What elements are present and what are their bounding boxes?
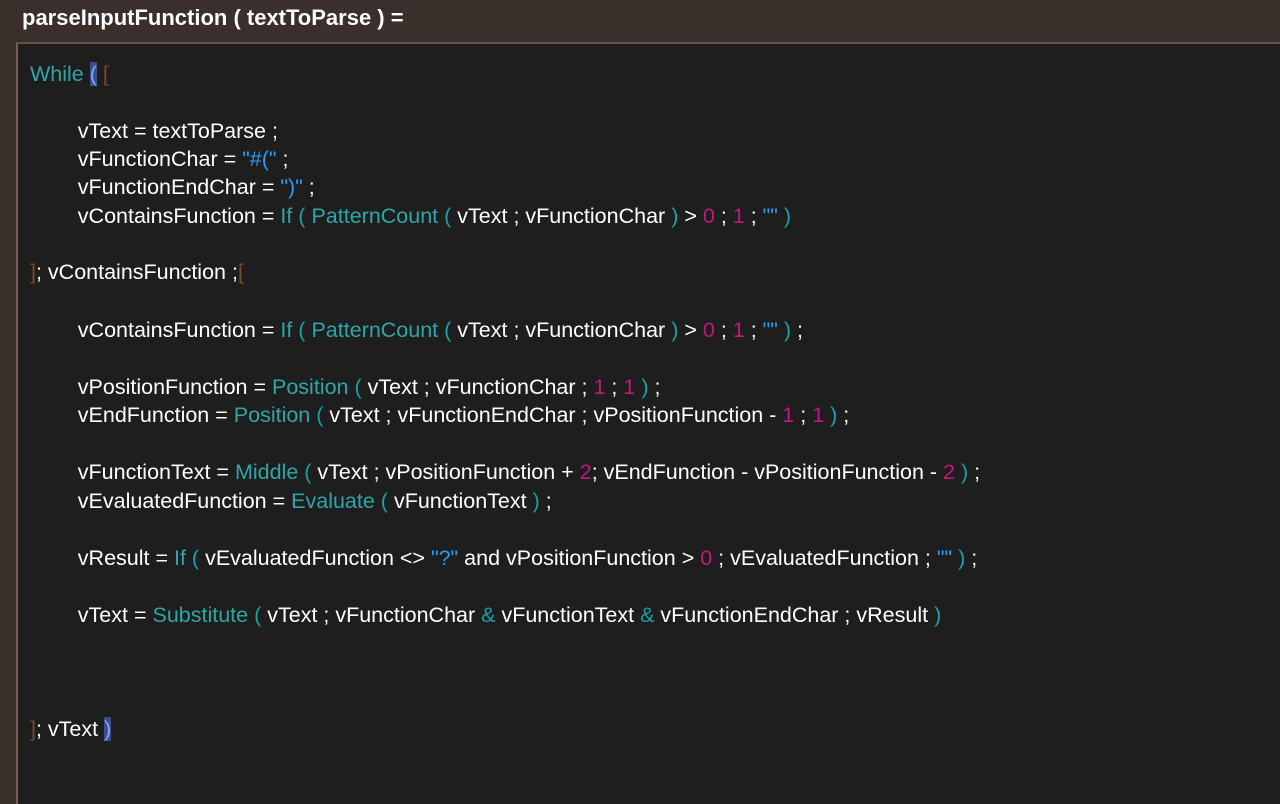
code-token: If [280, 204, 293, 228]
code-token: [ [237, 260, 244, 284]
function-signature-title: parseInputFunction ( textToParse ) = [22, 5, 404, 30]
code-token: ( [354, 375, 362, 399]
code-token: "" [762, 204, 778, 228]
code-token: > [678, 318, 703, 342]
code-token: vText = [30, 603, 153, 627]
code-token: "" [762, 318, 778, 342]
code-token: vEvaluatedFunction <> [199, 546, 431, 570]
code-token: vFunctionChar = [30, 147, 243, 171]
code-token: ; [302, 175, 315, 199]
code-line: vEvaluatedFunction = Evaluate ( vFunctio… [30, 487, 552, 515]
code-token: 1 [623, 375, 636, 399]
code-token: "#(" [242, 147, 277, 171]
code-token: vText ; vFunctionChar ; [361, 375, 594, 399]
code-line: ]; vContainsFunction ;[ [30, 258, 244, 286]
code-token: Middle [234, 460, 299, 484]
code-line: vText = textToParse ; [30, 117, 278, 145]
code-token: vContainsFunction = [30, 318, 281, 342]
code-token: 0 [702, 204, 715, 228]
code-token: ) [104, 717, 112, 741]
code-line: vContainsFunction = If ( PatternCount ( … [30, 202, 791, 230]
code-line: vFunctionEndChar = ")" ; [30, 173, 315, 201]
code-token: ; vEvaluatedFunction ; [712, 546, 937, 570]
code-token: vFunctionText = [30, 460, 235, 484]
code-token: PatternCount [311, 318, 439, 342]
code-token: If [280, 318, 293, 342]
code-token: vText ; vFunctionChar [451, 318, 672, 342]
code-token: vText ; vFunctionChar [451, 204, 672, 228]
code-token: ; [539, 489, 552, 513]
code-token: If [173, 546, 186, 570]
title-bar: parseInputFunction ( textToParse ) = [0, 0, 1280, 40]
code-token: ) [783, 204, 792, 228]
code-editor[interactable]: While ( [ vText = textToParse ; vFunctio… [16, 42, 1280, 804]
code-token: ; [276, 147, 289, 171]
code-token: vContainsFunction = [30, 204, 281, 228]
code-token: 1 [812, 403, 825, 427]
code-token: vText = textToParse ; [30, 119, 278, 143]
code-token: vText ; vFunctionChar [261, 603, 482, 627]
code-token: vText ; vPositionFunction + [311, 460, 580, 484]
code-token: ) [532, 489, 540, 513]
code-token: & [640, 603, 655, 627]
code-token: 2 [943, 460, 955, 484]
code-token: ; [605, 375, 624, 399]
code-line: While ( [ [30, 60, 109, 88]
code-token: > [678, 204, 703, 228]
code-token: ) [783, 318, 792, 342]
code-token: ; [968, 460, 981, 484]
code-line: vEndFunction = Position ( vText ; vFunct… [30, 401, 849, 429]
code-token: vFunctionEndChar ; vResult [654, 603, 935, 627]
code-line: vText = Substitute ( vText ; vFunctionCh… [30, 601, 941, 629]
code-token: "?" [430, 546, 459, 570]
code-token: ; [837, 403, 850, 427]
code-token: 0 [702, 318, 715, 342]
code-token: 0 [700, 546, 713, 570]
code-token: ( [89, 62, 97, 86]
code-token: ; [648, 375, 661, 399]
code-token: vText ; vFunctionEndChar ; vPositionFunc… [323, 403, 783, 427]
code-line: vFunctionText = Middle ( vText ; vPositi… [30, 458, 980, 486]
code-token: Substitute [152, 603, 249, 627]
code-token: Position [233, 403, 311, 427]
code-token: ")" [280, 175, 303, 199]
code-token: 1 [732, 318, 745, 342]
code-token: ; [744, 318, 763, 342]
code-token: 2 [579, 460, 592, 484]
code-token: Position [272, 375, 349, 399]
code-token: ; [744, 204, 763, 228]
code-line: vPositionFunction = Position ( vText ; v… [30, 373, 661, 401]
code-line: vFunctionChar = "#(" ; [30, 145, 289, 173]
code-token: vPositionFunction = [30, 375, 272, 399]
code-token: "" [936, 546, 953, 570]
code-token: Evaluate [291, 489, 375, 513]
code-token: ; vText [35, 717, 105, 741]
code-token: and vPositionFunction > [458, 546, 701, 570]
code-token: vFunctionText [495, 603, 641, 627]
code-token: ; [714, 204, 733, 228]
code-token: 1 [593, 375, 606, 399]
code-line: ]; vText ) [30, 715, 112, 743]
code-line: vResult = If ( vEvaluatedFunction <> "?"… [30, 544, 977, 572]
code-token: [ [102, 62, 109, 86]
code-token: vEvaluatedFunction = [30, 489, 292, 513]
code-token: ; [794, 403, 813, 427]
code-token: & [481, 603, 496, 627]
code-token: 1 [732, 204, 745, 228]
code-token: 1 [782, 403, 795, 427]
code-token: PatternCount [311, 204, 439, 228]
code-token: ; [714, 318, 733, 342]
code-line: vContainsFunction = If ( PatternCount ( … [30, 316, 803, 344]
code-token: vFunctionEndChar = [30, 175, 281, 199]
code-token: ) [934, 603, 942, 627]
code-token: ( [380, 489, 388, 513]
code-token: While [30, 62, 90, 86]
code-token: vFunctionText [387, 489, 533, 513]
code-token: vEndFunction = [30, 403, 234, 427]
code-token: ; vContainsFunction ; [35, 260, 238, 284]
code-token: ; vEndFunction - vPositionFunction - [591, 460, 944, 484]
code-token: ; [791, 318, 804, 342]
code-token: ; [965, 546, 978, 570]
code-token: vResult = [30, 546, 174, 570]
